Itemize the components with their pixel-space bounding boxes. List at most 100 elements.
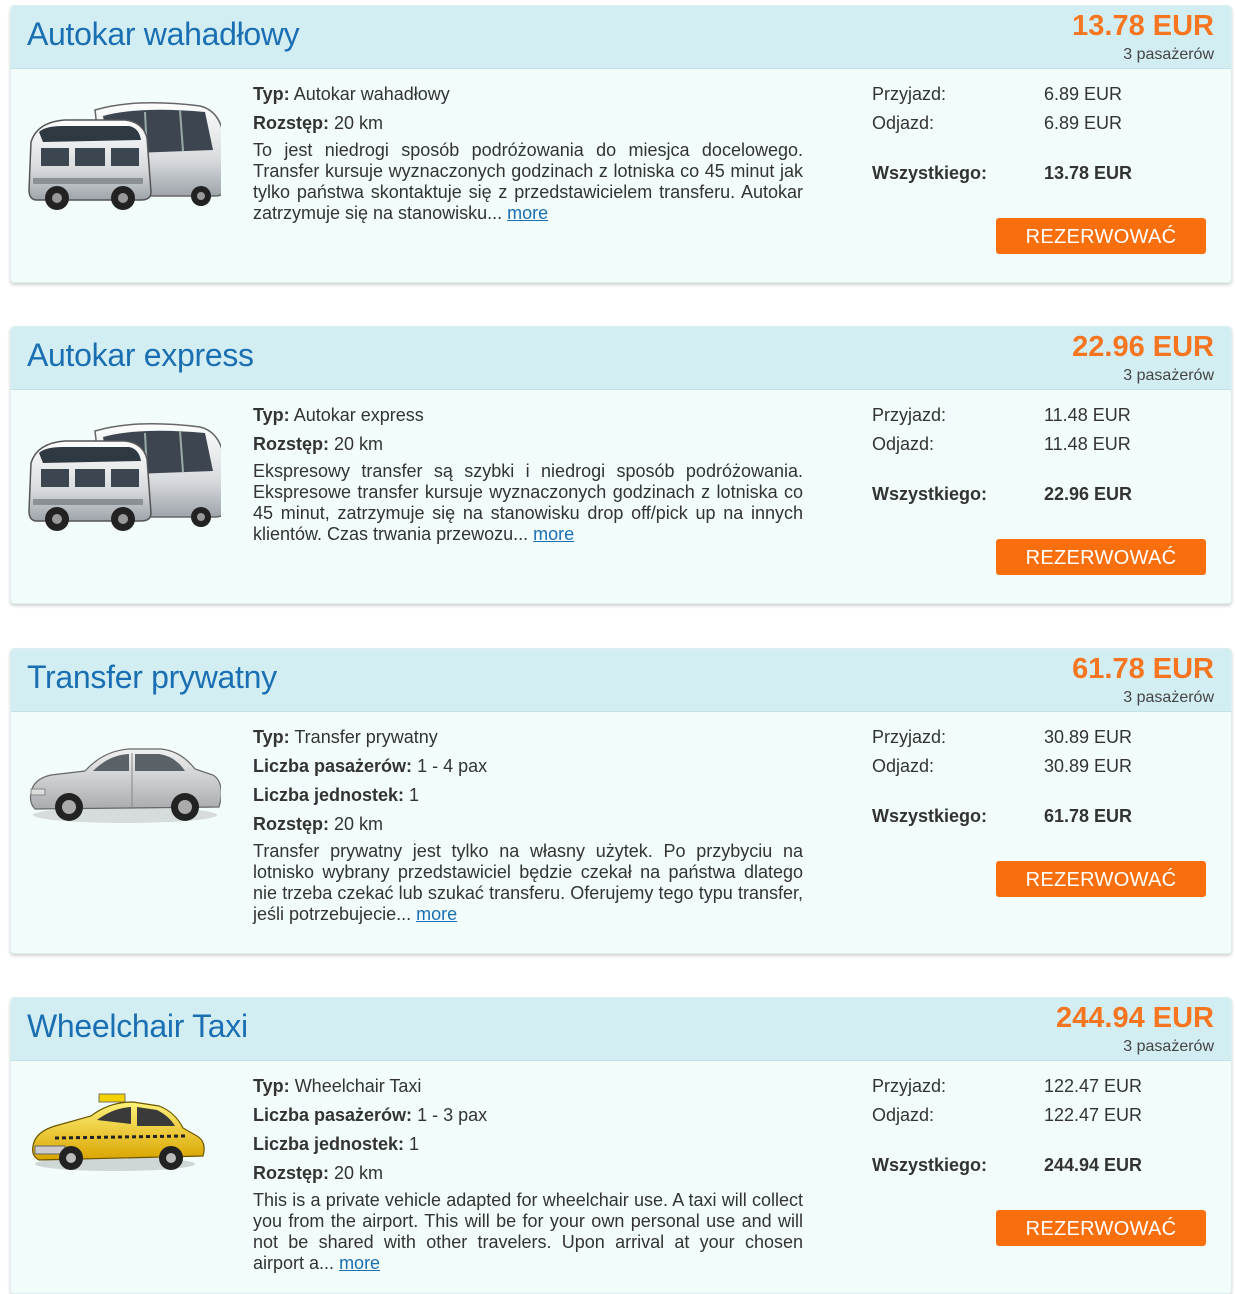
- arrival-price-label: Przyjazd:: [872, 405, 947, 425]
- departure-price-value: 6.89 EUR: [1044, 113, 1123, 133]
- unit-count-value: 1: [409, 785, 420, 805]
- more-link[interactable]: more: [416, 904, 457, 924]
- shuttle-bus-icon: [25, 413, 226, 533]
- offer-card: Transfer prywatny 61.78 EUR 3 pasażerów Typ…: [10, 648, 1232, 954]
- distance-label: Rozstęp:: [253, 434, 329, 454]
- vehicle-type-label: Typ:: [253, 727, 290, 747]
- offer-title: Transfer prywatny: [27, 659, 277, 695]
- shuttle-bus-icon: [25, 92, 226, 212]
- offer-price: 244.94 EUR: [1056, 1002, 1214, 1034]
- offer-title: Wheelchair Taxi: [27, 1008, 248, 1044]
- sedan-car-icon: [25, 723, 222, 843]
- offer-details: Typ: Wheelchair Taxi Liczba pasażerów: 1 …: [253, 1072, 803, 1274]
- passenger-range-value: 1 - 4 pax: [417, 756, 488, 776]
- vehicle-type-label: Typ:: [253, 84, 290, 104]
- offer-header: Autokar express 22.96 EUR 3 pasażerów: [11, 327, 1231, 390]
- offer-header: Autokar wahadłowy 13.78 EUR 3 pasażerów: [11, 6, 1231, 69]
- passenger-range-label: Liczba pasażerów:: [253, 756, 413, 776]
- offer-passenger-count: 3 pasażerów: [1123, 46, 1214, 63]
- arrival-price: Przyjazd: 6.89 EUR: [872, 80, 1212, 109]
- offer-header: Transfer prywatny 61.78 EUR 3 pasażerów: [11, 649, 1231, 712]
- departure-price-value: 11.48 EUR: [1044, 434, 1131, 454]
- passenger-range: Liczba pasażerów: 1 - 3 pax: [253, 1101, 803, 1130]
- departure-price-label: Odjazd:: [872, 434, 935, 454]
- more-link[interactable]: more: [507, 203, 548, 223]
- departure-price-label: Odjazd:: [872, 756, 935, 776]
- more-link[interactable]: more: [533, 524, 574, 544]
- offer-details: Typ: Transfer prywatny Liczba pasażerów: …: [253, 723, 803, 925]
- passenger-range: Liczba pasażerów: 1 - 4 pax: [253, 752, 803, 781]
- total-price: Wszystkiego: 244.94 EUR: [872, 1151, 1212, 1180]
- offer-price: 13.78 EUR: [1072, 10, 1214, 42]
- vehicle-type-label: Typ:: [253, 405, 290, 425]
- distance-value: 20 km: [334, 814, 384, 834]
- arrival-price-value: 6.89 EUR: [1044, 84, 1123, 104]
- offer-price: 22.96 EUR: [1072, 331, 1214, 363]
- book-button[interactable]: REZERWOWAĆ: [996, 218, 1206, 254]
- offer-description: To jest niedrogi sposób podróżowania do …: [253, 140, 803, 224]
- description-text: Transfer prywatny jest tylko na własny u…: [253, 841, 803, 924]
- passenger-range-value: 1 - 3 pax: [417, 1105, 488, 1125]
- total-price-label: Wszystkiego:: [872, 1155, 988, 1175]
- total-price-value: 61.78 EUR: [1044, 806, 1133, 826]
- offer-details: Typ: Autokar wahadłowy Rozstęp: 20 km To j…: [253, 80, 803, 224]
- vehicle-type-label: Typ:: [253, 1076, 290, 1096]
- vehicle-type-value: Wheelchair Taxi: [294, 1076, 422, 1096]
- offer-passenger-count: 3 pasażerów: [1123, 1038, 1214, 1055]
- book-button[interactable]: REZERWOWAĆ: [996, 1210, 1206, 1246]
- price-summary: Przyjazd: 30.89 EUR Odjazd: 30.89 EUR Wszyst…: [872, 723, 1212, 897]
- price-summary: Przyjazd: 122.47 EUR Odjazd: 122.47 EUR Wszy…: [872, 1072, 1212, 1246]
- distance-label: Rozstęp:: [253, 1163, 329, 1183]
- offer-details: Typ: Autokar express Rozstęp: 20 km Ekspre…: [253, 401, 803, 545]
- total-price-label: Wszystkiego:: [872, 484, 988, 504]
- arrival-price-value: 11.48 EUR: [1044, 405, 1131, 425]
- total-price-value: 22.96 EUR: [1044, 484, 1133, 504]
- distance-label: Rozstęp:: [253, 113, 329, 133]
- total-price: Wszystkiego: 22.96 EUR: [872, 480, 1212, 509]
- offer-description: This is a private vehicle adapted for wh…: [253, 1190, 803, 1274]
- description-text: This is a private vehicle adapted for wh…: [253, 1190, 803, 1273]
- offer-card: Wheelchair Taxi 244.94 EUR 3 pasażerów Typ:…: [10, 997, 1232, 1294]
- departure-price: Odjazd: 6.89 EUR: [872, 109, 1212, 138]
- distance: Rozstęp: 20 km: [253, 1159, 803, 1188]
- arrival-price: Przyjazd: 30.89 EUR: [872, 723, 1212, 752]
- distance: Rozstęp: 20 km: [253, 430, 803, 459]
- arrival-price-label: Przyjazd:: [872, 1076, 947, 1096]
- arrival-price-value: 30.89 EUR: [1044, 727, 1133, 747]
- total-price: Wszystkiego: 13.78 EUR: [872, 159, 1212, 188]
- total-price-value: 13.78 EUR: [1044, 163, 1133, 183]
- departure-price: Odjazd: 11.48 EUR: [872, 430, 1212, 459]
- total-price-value: 244.94 EUR: [1044, 1155, 1143, 1175]
- total-price-label: Wszystkiego:: [872, 806, 988, 826]
- distance-value: 20 km: [334, 1163, 384, 1183]
- arrival-price-label: Przyjazd:: [872, 727, 947, 747]
- vehicle-type-value: Transfer prywatny: [294, 727, 438, 747]
- vehicle-type: Typ: Autokar wahadłowy: [253, 80, 803, 109]
- distance-value: 20 km: [334, 434, 384, 454]
- book-button[interactable]: REZERWOWAĆ: [996, 861, 1206, 897]
- arrival-price: Przyjazd: 11.48 EUR: [872, 401, 1212, 430]
- vehicle-type: Typ: Transfer prywatny: [253, 723, 803, 752]
- passenger-range-label: Liczba pasażerów:: [253, 1105, 413, 1125]
- unit-count-label: Liczba jednostek:: [253, 1134, 405, 1154]
- price-summary: Przyjazd: 11.48 EUR Odjazd: 11.48 EUR Wszyst…: [872, 401, 1212, 575]
- taxi-cab-icon: [25, 1080, 221, 1200]
- distance: Rozstęp: 20 km: [253, 810, 803, 839]
- departure-price-label: Odjazd:: [872, 113, 935, 133]
- offer-description: Transfer prywatny jest tylko na własny u…: [253, 841, 803, 925]
- vehicle-type: Typ: Wheelchair Taxi: [253, 1072, 803, 1101]
- description-text: Ekspresowy transfer są szybki i niedrogi…: [253, 461, 803, 544]
- book-button[interactable]: REZERWOWAĆ: [996, 539, 1206, 575]
- unit-count-value: 1: [409, 1134, 420, 1154]
- more-link[interactable]: more: [339, 1253, 380, 1273]
- total-price-label: Wszystkiego:: [872, 163, 988, 183]
- offer-card: Autokar wahadłowy 13.78 EUR 3 pasażerów Typ…: [10, 5, 1232, 283]
- distance-label: Rozstęp:: [253, 814, 329, 834]
- total-price: Wszystkiego: 61.78 EUR: [872, 802, 1212, 831]
- departure-price-value: 122.47 EUR: [1044, 1105, 1143, 1125]
- arrival-price-label: Przyjazd:: [872, 84, 947, 104]
- unit-count: Liczba jednostek: 1: [253, 781, 803, 810]
- offer-card: Autokar express 22.96 EUR 3 pasażerów Typ: …: [10, 326, 1232, 604]
- vehicle-type: Typ: Autokar express: [253, 401, 803, 430]
- vehicle-type-value: Autokar express: [293, 405, 424, 425]
